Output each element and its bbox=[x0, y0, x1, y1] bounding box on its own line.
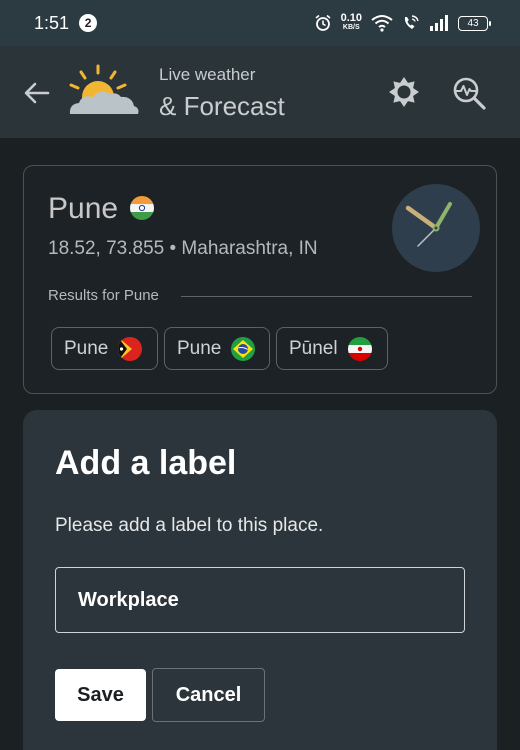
network-speed-unit: KB/S bbox=[342, 24, 360, 31]
result-chip-label: Pūnel bbox=[289, 337, 338, 359]
dialog-message: Please add a label to this place. bbox=[55, 515, 324, 536]
app-bar: Live weather & Forecast bbox=[0, 46, 520, 138]
location-card: Pune 18.52, 73.855 • Maharashtra, IN Res… bbox=[23, 165, 497, 394]
sun-cloud-logo-icon bbox=[69, 64, 139, 114]
cancel-button[interactable]: Cancel bbox=[152, 668, 265, 722]
signal-strength-icon bbox=[430, 15, 448, 31]
results-divider bbox=[181, 296, 472, 297]
status-bar: 1:51 2 0.10 KB/S 43 bbox=[0, 0, 520, 46]
result-chip[interactable]: Pūnel bbox=[276, 327, 388, 370]
notification-count-badge: 2 bbox=[79, 14, 98, 32]
result-chip-label: Pune bbox=[177, 337, 222, 359]
results-label: Results for Pune bbox=[48, 287, 159, 304]
app-title-line1: Live weather bbox=[159, 65, 256, 84]
search-weather-icon[interactable] bbox=[452, 76, 486, 110]
east-timor-flag-icon bbox=[118, 336, 143, 361]
app-title-line2: & Forecast bbox=[159, 91, 285, 121]
dialog-title: Add a label bbox=[55, 444, 237, 482]
add-label-dialog: Add a label Please add a label to this p… bbox=[23, 410, 497, 750]
india-flag-icon bbox=[130, 196, 154, 220]
result-chip[interactable]: Pune bbox=[164, 327, 270, 370]
label-input[interactable] bbox=[55, 567, 465, 633]
result-chip[interactable]: Pune bbox=[51, 327, 158, 370]
clock-icon bbox=[392, 184, 480, 272]
status-icons: 0.10 KB/S 43 bbox=[314, 0, 491, 46]
location-coordinates: 18.52, 73.855 • Maharashtra, IN bbox=[48, 238, 318, 259]
status-time: 1:51 bbox=[34, 12, 70, 33]
brazil-flag-icon bbox=[231, 336, 256, 361]
result-chip-label: Pune bbox=[64, 337, 109, 359]
iran-flag-icon bbox=[347, 336, 372, 361]
wifi-calling-icon bbox=[404, 15, 419, 29]
network-speed-value: 0.10 bbox=[340, 12, 362, 24]
alarm-icon bbox=[315, 14, 331, 31]
save-button[interactable]: Save bbox=[55, 669, 146, 721]
settings-sun-icon[interactable] bbox=[388, 76, 420, 108]
battery-icon: 43 bbox=[458, 15, 491, 31]
wifi-icon bbox=[371, 15, 393, 32]
back-arrow-icon[interactable] bbox=[22, 78, 52, 108]
location-name: Pune bbox=[48, 192, 119, 225]
network-speed: 0.10 KB/S bbox=[340, 12, 362, 32]
